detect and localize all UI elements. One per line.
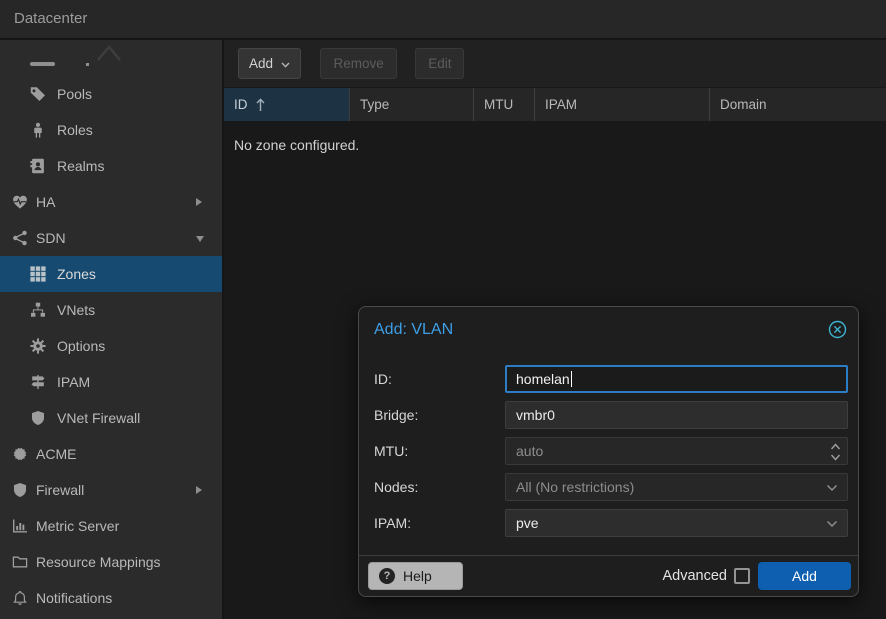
table-header: ID Type MTU IPAM Domain [224,87,886,121]
bar-chart-icon [12,518,28,534]
nodes-field-label: Nodes: [374,479,418,495]
sidebar-item-firewall[interactable]: Firewall [0,472,222,508]
bell-icon [12,590,28,606]
dialog-title: Add: VLAN [374,321,453,339]
sidebar-item-vnet-firewall[interactable]: VNet Firewall [0,400,222,436]
heartbeat-icon [12,194,28,210]
dropdown-chevron-icon [826,520,838,528]
shield-icon [12,482,28,498]
proxmox-datacenter-screen: Datacenter Pools Roles Realms HA [0,0,886,619]
sidebar-item-notifications[interactable]: Notifications [0,580,222,616]
sitemap-icon [30,302,46,318]
partial-row-icon-fragment [30,62,55,66]
expand-caret-icon[interactable] [196,486,202,494]
mtu-field-label: MTU: [374,443,408,459]
column-header-domain[interactable]: Domain [710,88,886,121]
nodes-dropdown[interactable]: All (No restrictions) [505,473,848,501]
sidebar-item-roles[interactable]: Roles [0,112,222,148]
partial-row-text-fragment [86,63,89,66]
advanced-checkbox[interactable] [734,568,750,584]
add-menu-caret-icon [281,62,290,68]
top-bar: Datacenter [0,0,886,39]
gear-icon [30,338,46,354]
add-vlan-dialog: Add: VLAN ID: homelan Bridge: vmbr0 MTU:… [358,306,859,597]
dropdown-chevron-icon [826,484,838,492]
page-title: Datacenter [14,10,87,27]
map-signs-icon [30,374,46,390]
sidebar-item-acme[interactable]: ACME [0,436,222,472]
sidebar-item-realms[interactable]: Realms [0,148,222,184]
user-icon [30,122,46,138]
folder-icon [12,554,28,570]
text-cursor [571,371,572,387]
remove-button[interactable]: Remove [320,48,396,79]
dialog-add-button[interactable]: Add [758,562,851,590]
spinner-arrows-icon[interactable] [830,441,841,463]
empty-table-message: No zone configured. [234,135,359,155]
address-book-icon [30,158,46,174]
ipam-dropdown[interactable]: pve [505,509,848,537]
sidebar-item-ipam[interactable]: IPAM [0,364,222,400]
certificate-icon [12,446,28,462]
sidebar-item-sdn[interactable]: SDN [0,220,222,256]
column-header-ipam[interactable]: IPAM [535,88,710,121]
sidebar-item-vnets[interactable]: VNets [0,292,222,328]
bridge-field-label: Bridge: [374,407,418,423]
id-input[interactable]: homelan [505,365,848,393]
bridge-input[interactable]: vmbr0 [505,401,848,429]
scroll-up-indicator[interactable] [96,45,122,62]
mtu-spinner[interactable]: auto [505,437,848,465]
zones-toolbar: Add Remove Edit [224,40,886,87]
column-header-id[interactable]: ID [224,88,350,121]
help-button[interactable]: ? Help [368,562,463,590]
shield-icon [30,410,46,426]
sidebar-item-zones[interactable]: Zones [0,256,222,292]
sort-ascending-icon [256,98,265,112]
grid-icon [30,266,46,282]
ipam-field-label: IPAM: [374,515,411,531]
sidebar-item-resource-mappings[interactable]: Resource Mappings [0,544,222,580]
sidebar-item-pools[interactable]: Pools [0,76,222,112]
expand-caret-icon[interactable] [196,198,202,206]
question-mark-icon: ? [379,568,395,584]
close-icon[interactable] [828,320,847,339]
advanced-label: Advanced [663,568,728,584]
id-field-label: ID: [374,371,392,387]
tags-icon [30,86,46,102]
sidebar-item-options[interactable]: Options [0,328,222,364]
dialog-footer: ? Help Advanced Add [359,555,858,596]
column-header-mtu[interactable]: MTU [474,88,535,121]
column-header-type[interactable]: Type [350,88,474,121]
sidebar-item-metric-server[interactable]: Metric Server [0,508,222,544]
edit-button[interactable]: Edit [415,48,464,79]
share-network-icon [12,230,28,246]
collapse-caret-icon[interactable] [196,236,204,242]
add-button[interactable]: Add [238,48,301,79]
sidebar-tree: Pools Roles Realms HA SDN Z [0,40,222,619]
sidebar-item-ha[interactable]: HA [0,184,222,220]
